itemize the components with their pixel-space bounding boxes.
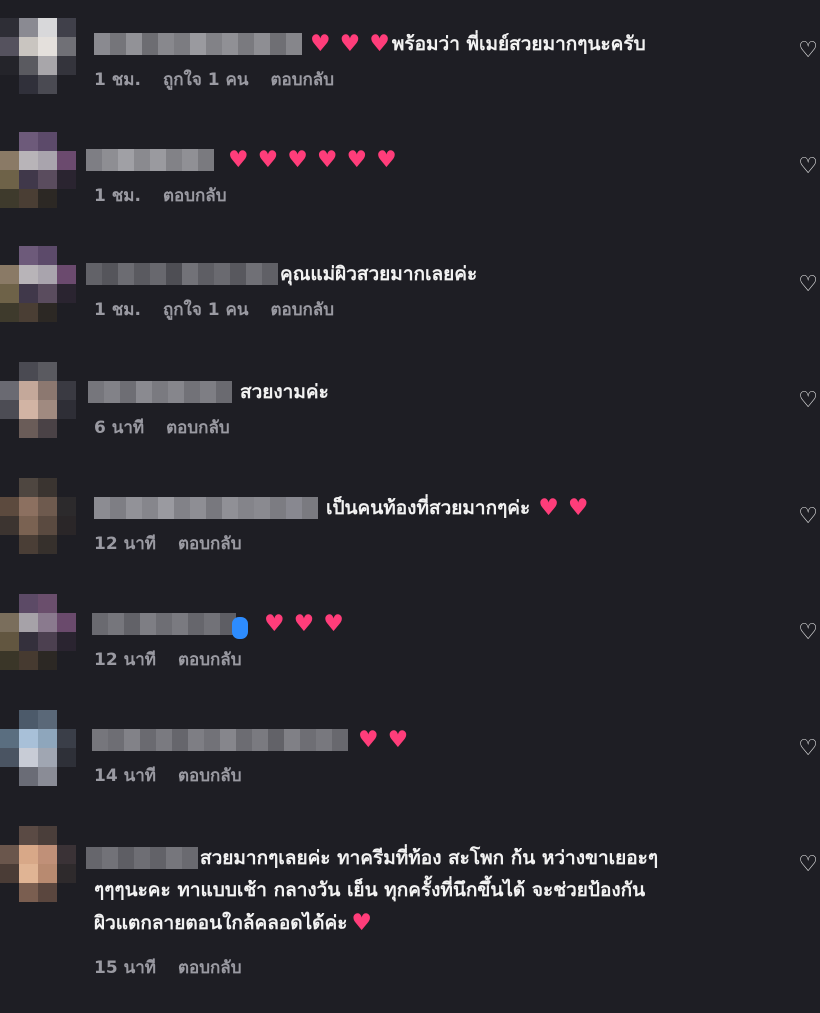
avatar[interactable] xyxy=(0,362,76,438)
username-blurred[interactable] xyxy=(94,33,302,55)
username-blurred[interactable] xyxy=(92,729,348,751)
heart-icon: ♥ xyxy=(358,726,379,753)
reply-button[interactable]: ตอบกลับ xyxy=(178,762,242,789)
comment-time[interactable]: 1 ชม. xyxy=(94,296,141,323)
comment-text: พร้อมว่า พี่เมย์สวยมากๆนะครับ xyxy=(391,33,646,55)
heart-emoji-group: ♥ ♥ xyxy=(358,726,409,753)
comment-time[interactable]: 1 ชม. xyxy=(94,182,141,209)
heart-icon: ♥ xyxy=(257,146,279,173)
like-heart-outline-icon[interactable]: ♡ xyxy=(798,622,818,644)
comment-time[interactable]: 15 นาที xyxy=(94,954,156,981)
avatar[interactable] xyxy=(0,132,76,208)
heart-emoji-group: ♥ ♥ ♥ ♥ ♥ ♥ xyxy=(228,146,397,173)
comment-time[interactable]: 12 นาที xyxy=(94,646,156,673)
heart-icon: ♥ xyxy=(346,146,368,173)
avatar[interactable] xyxy=(0,478,76,554)
comment-time[interactable]: 14 นาที xyxy=(94,762,156,789)
like-heart-outline-icon[interactable]: ♡ xyxy=(798,390,818,412)
comment-time[interactable]: 6 นาที xyxy=(94,414,144,441)
comment-text: เป็นคนท้องที่สวยมากๆค่ะ xyxy=(326,497,531,519)
reply-button[interactable]: ตอบกลับ xyxy=(166,414,230,441)
heart-icon: ♥ xyxy=(310,30,331,57)
reply-button[interactable]: ตอบกลับ xyxy=(270,66,334,93)
heart-icon: ♥ xyxy=(351,910,373,936)
heart-icon: ♥ xyxy=(287,146,308,173)
reply-button[interactable]: ตอบกลับ xyxy=(163,182,227,209)
verified-badge-icon xyxy=(232,617,248,639)
comment-text-line-2: ๆๆๆนะคะ ทาแบบเช้า กลางวัน เย็น ทุกครั้งท… xyxy=(94,879,646,901)
like-heart-outline-icon[interactable]: ♡ xyxy=(798,274,818,296)
username-blurred[interactable] xyxy=(86,149,214,171)
like-heart-outline-icon[interactable]: ♡ xyxy=(798,738,818,760)
like-heart-outline-icon[interactable]: ♡ xyxy=(798,156,818,178)
reply-button[interactable]: ตอบกลับ xyxy=(178,646,242,673)
username-blurred[interactable] xyxy=(94,497,318,519)
avatar[interactable] xyxy=(0,246,76,322)
heart-emoji-group: ♥ ♥ ♥ xyxy=(310,30,390,57)
heart-icon: ♥ xyxy=(387,726,409,753)
like-heart-outline-icon[interactable]: ♡ xyxy=(798,506,818,528)
avatar[interactable] xyxy=(0,594,76,670)
username-blurred[interactable] xyxy=(88,381,232,403)
heart-icon: ♥ xyxy=(264,610,285,637)
username-blurred[interactable] xyxy=(92,613,248,639)
comment-time[interactable]: 1 ชม. xyxy=(94,66,141,93)
username-blurred[interactable] xyxy=(86,847,198,869)
heart-icon: ♥ xyxy=(316,146,338,173)
avatar[interactable] xyxy=(0,826,76,902)
heart-icon: ♥ xyxy=(228,146,249,173)
avatar[interactable] xyxy=(0,18,76,94)
comment-text: สวยมากๆเลยค่ะ ทาครีมที่ท้อง สะโพก ก้น หว… xyxy=(200,847,659,869)
reply-button[interactable]: ตอบกลับ xyxy=(178,954,242,981)
reply-button[interactable]: ตอบกลับ xyxy=(178,530,242,557)
comment-text-line-3: ผิวแตกลายตอนใกล้คลอดได้ค่ะ ♥ xyxy=(86,907,760,940)
heart-icon: ♥ xyxy=(538,494,559,521)
heart-icon: ♥ xyxy=(369,30,390,57)
username-blurred[interactable] xyxy=(86,263,278,285)
heart-emoji-group: ♥ ♥ xyxy=(538,494,589,521)
heart-icon: ♥ xyxy=(339,30,361,57)
heart-icon: ♥ xyxy=(567,494,589,521)
comment-time[interactable]: 12 นาที xyxy=(94,530,156,557)
reply-button[interactable]: ตอบกลับ xyxy=(270,296,334,323)
avatar[interactable] xyxy=(0,710,76,786)
heart-emoji-group: ♥ ♥ ♥ xyxy=(264,610,344,637)
heart-icon: ♥ xyxy=(293,610,315,637)
like-heart-outline-icon[interactable]: ♡ xyxy=(798,854,818,876)
like-heart-outline-icon[interactable]: ♡ xyxy=(798,40,818,62)
comment-text: คุณแม่ผิวสวยมากเลยค่ะ xyxy=(280,263,478,285)
heart-icon: ♥ xyxy=(323,610,344,637)
comment-likes-count[interactable]: ถูกใจ 1 คน xyxy=(163,296,249,323)
comment-likes-count[interactable]: ถูกใจ 1 คน xyxy=(163,66,249,93)
comment-text: สวยงามค่ะ xyxy=(240,381,329,403)
heart-icon: ♥ xyxy=(376,146,397,173)
comment-text-line-3-text: ผิวแตกลายตอนใกล้คลอดได้ค่ะ xyxy=(94,912,348,934)
